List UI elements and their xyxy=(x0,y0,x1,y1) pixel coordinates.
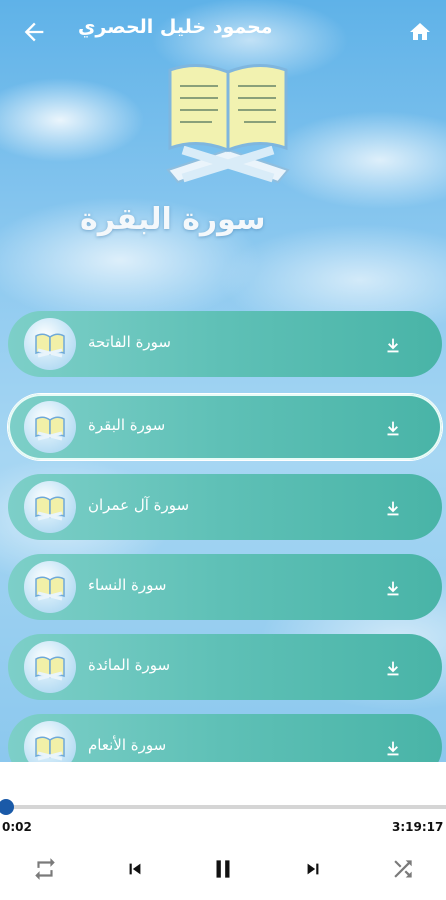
download-icon[interactable] xyxy=(382,334,404,356)
surah-name: سورة المائدة xyxy=(88,656,171,674)
download-icon[interactable] xyxy=(382,577,404,599)
quran-thumbnail-icon xyxy=(24,318,76,370)
audio-player: 0:02 3:19:17 xyxy=(0,762,446,900)
skip-previous-icon[interactable] xyxy=(122,856,148,882)
elapsed-time: 0:02 xyxy=(2,820,32,834)
total-duration: 3:19:17 xyxy=(392,820,444,834)
surah-name: سورة النساء xyxy=(88,576,167,594)
skip-next-icon[interactable] xyxy=(300,856,326,882)
page-title: محمود خليل الحصري xyxy=(78,16,273,38)
surah-name: سورة البقرة xyxy=(88,416,166,434)
home-icon[interactable] xyxy=(408,20,432,44)
download-icon[interactable] xyxy=(382,497,404,519)
quran-thumbnail-icon xyxy=(24,481,76,533)
quran-thumbnail-icon xyxy=(24,561,76,613)
surah-item[interactable]: سورة الأنعام xyxy=(8,714,442,762)
pause-icon[interactable] xyxy=(210,856,236,882)
quran-book-icon xyxy=(148,50,308,200)
surah-name: سورة الأنعام xyxy=(88,736,167,754)
seek-bar[interactable] xyxy=(0,799,446,815)
surah-list: سورة الفاتحة سورة البقرة سورة آل عمران س… xyxy=(0,306,446,762)
surah-item[interactable]: سورة الفاتحة xyxy=(8,311,442,377)
surah-name: سورة آل عمران xyxy=(88,496,190,514)
repeat-icon[interactable] xyxy=(32,856,58,882)
surah-item[interactable]: سورة البقرة xyxy=(8,394,442,460)
quran-thumbnail-icon xyxy=(24,401,76,453)
arrow-left-icon[interactable] xyxy=(20,18,48,46)
shuffle-icon[interactable] xyxy=(390,856,416,882)
seek-thumb[interactable] xyxy=(0,799,15,815)
download-icon[interactable] xyxy=(382,417,404,439)
surah-item[interactable]: سورة آل عمران xyxy=(8,474,442,540)
surah-name: سورة الفاتحة xyxy=(88,333,171,351)
now-playing-title: سورة البقرة xyxy=(80,202,266,237)
surah-item[interactable]: سورة المائدة xyxy=(8,634,442,700)
quran-thumbnail-icon xyxy=(24,641,76,693)
quran-thumbnail-icon xyxy=(24,721,76,762)
download-icon[interactable] xyxy=(382,657,404,679)
download-icon[interactable] xyxy=(382,737,404,759)
surah-item[interactable]: سورة النساء xyxy=(8,554,442,620)
